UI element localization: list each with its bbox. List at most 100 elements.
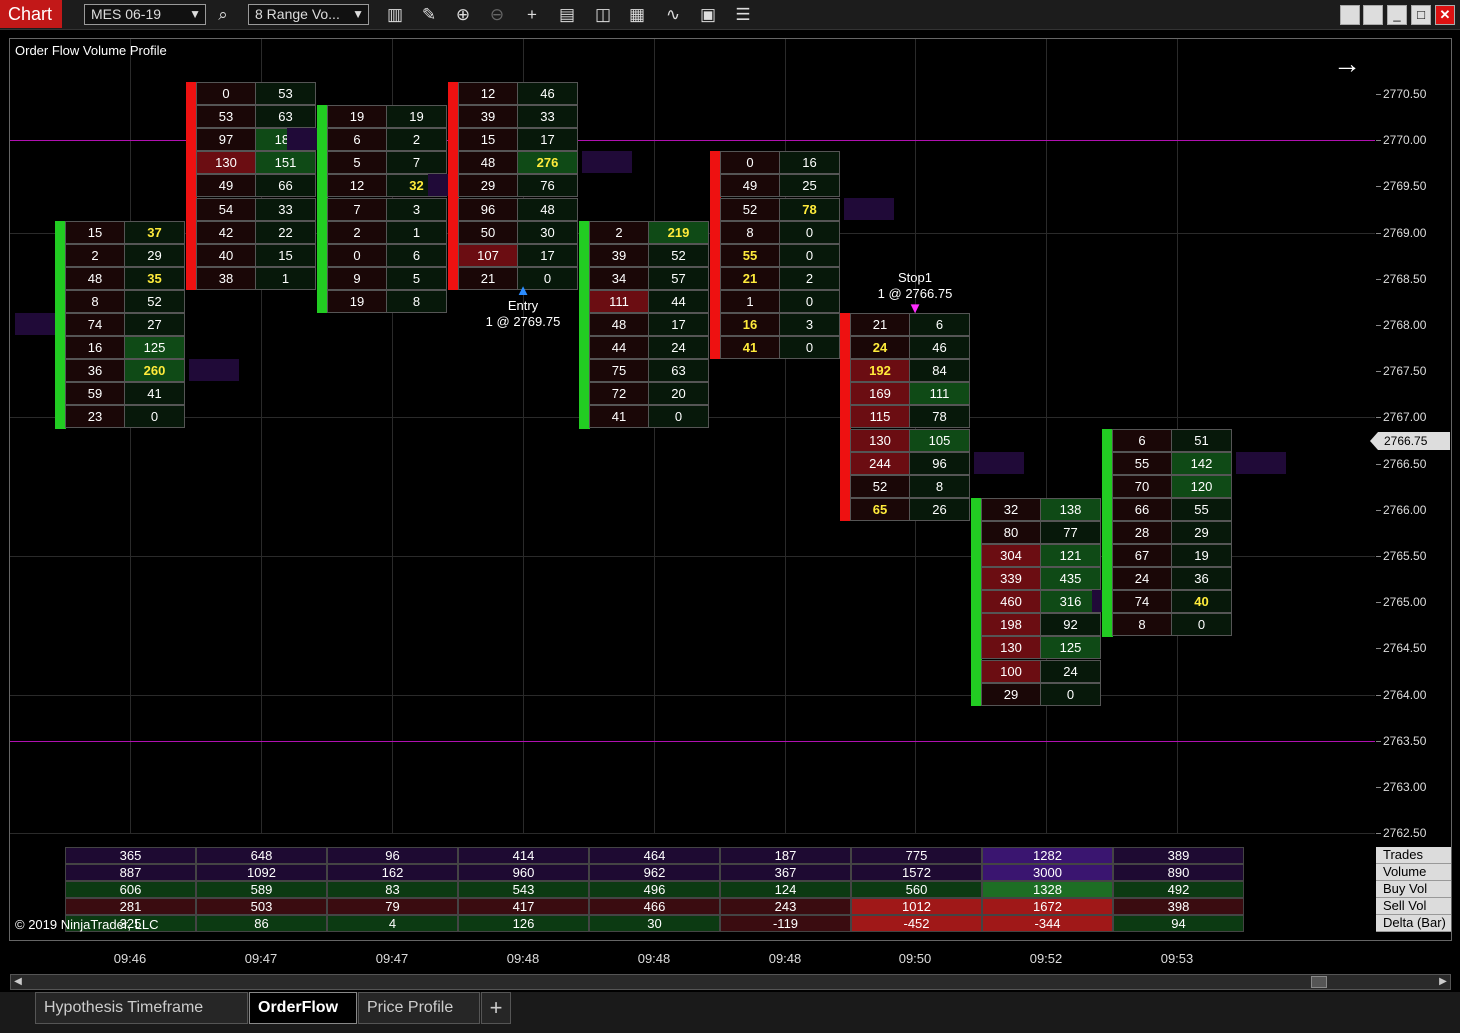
summary-cell: 3000 — [982, 864, 1113, 881]
bid-volume-cell: 48 — [65, 266, 125, 290]
tab-hypothesis-timeframe[interactable]: Hypothesis Timeframe — [35, 992, 248, 1024]
price-tick — [1376, 648, 1381, 650]
scroll-right-icon[interactable]: ▶ — [1436, 975, 1450, 989]
bid-volume-cell: 50 — [458, 220, 518, 244]
footprint-row: 40 15 — [196, 243, 316, 267]
ask-volume-cell: 40 — [1172, 590, 1232, 614]
add-tab-icon[interactable]: + — [481, 992, 511, 1024]
chart-title: Order Flow Volume Profile — [15, 43, 167, 58]
bar-type-value: 8 Range Vo... — [255, 6, 340, 22]
instrument-selector[interactable]: MES 06-19 ▼ — [84, 4, 206, 25]
ask-volume-cell: 8 — [910, 474, 970, 498]
footprint-row: 24 36 — [1112, 567, 1232, 591]
summary-cell: 492 — [1113, 881, 1244, 898]
panel-toggle-icon[interactable] — [1363, 5, 1383, 25]
ask-volume-cell: 276 — [518, 151, 578, 175]
time-label: 09:52 — [1029, 951, 1063, 966]
ask-volume-cell: 0 — [649, 405, 709, 429]
bid-volume-cell: 40 — [196, 243, 256, 267]
chevron-down-icon: ▼ — [189, 7, 201, 21]
zoom-in-icon[interactable]: ⊕ — [452, 4, 474, 26]
list-icon[interactable]: ☰ — [732, 4, 754, 26]
footprint-row: 70 120 — [1112, 474, 1232, 498]
ask-volume-cell: 96 — [910, 451, 970, 475]
maximize-icon[interactable]: □ — [1411, 5, 1431, 25]
summary-cell: 124 — [720, 881, 851, 898]
price-tick — [1376, 140, 1381, 142]
scroll-left-icon[interactable]: ◀ — [11, 975, 25, 989]
arrow-up-icon: ▲ — [515, 282, 531, 299]
ask-volume-cell: 46 — [910, 336, 970, 360]
bid-volume-cell: 29 — [981, 682, 1041, 706]
footprint-row: 29 0 — [981, 682, 1101, 706]
strategy-icon[interactable]: ∿ — [662, 4, 684, 26]
volume-profile-bar — [844, 197, 894, 220]
ask-volume-cell: 30 — [518, 220, 578, 244]
zoom-out-icon[interactable]: ⊖ — [486, 4, 508, 26]
footprint-row: 28 29 — [1112, 520, 1232, 544]
tab-price-profile[interactable]: Price Profile — [358, 992, 480, 1024]
footprint-row: 16 3 — [720, 313, 840, 336]
footprint-row: 10 — [720, 289, 840, 313]
minimize-icon[interactable]: _ — [1387, 5, 1407, 25]
copyright-text: © 2019 NinjaTrader, LLC — [15, 917, 159, 932]
bid-volume-cell: 12 — [327, 174, 387, 198]
indicators-icon[interactable]: ▦ — [626, 4, 648, 26]
volume-profile-bar — [189, 359, 239, 382]
footprint-row: 59 41 — [65, 382, 185, 406]
horizontal-scrollbar[interactable]: ◀ ▶ — [10, 974, 1451, 990]
summary-cell: 503 — [196, 898, 327, 915]
bars-icon[interactable]: ▥ — [384, 4, 406, 26]
bid-volume-cell: 8 — [720, 220, 780, 244]
bid-volume-cell: 15 — [65, 220, 125, 244]
price-tick — [1376, 556, 1381, 557]
price-label: 2767.50 — [1383, 364, 1427, 379]
tab-bar: Hypothesis Timeframe OrderFlow Price Pro… — [0, 992, 1460, 1033]
ask-volume-cell: 17 — [649, 313, 709, 336]
time-axis[interactable]: 09:46 09:47 09:47 09:48 09:48 09:48 09:50 09:52… — [10, 945, 1375, 970]
price-label: 2768.50 — [1383, 271, 1427, 286]
bid-volume-cell: 111 — [589, 289, 649, 313]
bid-volume-cell: 16 — [720, 313, 780, 336]
panel-toggle-icon[interactable] — [1340, 5, 1360, 25]
pencil-icon[interactable]: ✎ — [418, 4, 440, 26]
summary-cell: 887 — [65, 864, 196, 881]
ask-volume-cell: 27 — [125, 313, 185, 336]
summary-row-volume: 887 1092 162 960 962 367 1572 3000 890 — [65, 864, 1244, 881]
volume-profile-bar — [582, 151, 632, 174]
time-label: 09:48 — [506, 951, 540, 966]
summary-cell: 1282 — [982, 847, 1113, 864]
data-box-icon[interactable]: ▤ — [556, 4, 578, 26]
bid-volume-cell: 7 — [327, 197, 387, 221]
price-label: 2768.00 — [1383, 318, 1427, 332]
summary-cell: 398 — [1113, 898, 1244, 915]
arrow-right-icon[interactable]: → — [1333, 49, 1361, 79]
footprint-row: 107 17 — [458, 243, 578, 267]
summary-cell: 1672 — [982, 898, 1113, 915]
templates-icon[interactable]: ▣ — [697, 4, 719, 26]
ask-volume-cell: 63 — [649, 359, 709, 383]
scroll-thumb[interactable] — [1311, 976, 1327, 988]
summary-label: Buy Vol — [1376, 881, 1451, 898]
close-icon[interactable]: ✕ — [1435, 5, 1455, 25]
crosshair-icon[interactable]: + — [521, 4, 543, 26]
bid-volume-cell: 48 — [589, 313, 649, 336]
summary-cell: 30 — [589, 915, 720, 932]
summary-cell: 466 — [589, 898, 720, 915]
ask-volume-cell: 33 — [518, 105, 578, 129]
stop-marker: Stop1 1 @ 2766.75 ▼ — [869, 270, 961, 316]
bid-volume-cell: 198 — [981, 613, 1041, 637]
ask-volume-cell: 0 — [780, 243, 840, 267]
footprint-row: 67 19 — [1112, 544, 1232, 567]
bid-volume-cell: 52 — [720, 197, 780, 221]
chart-menu-button[interactable]: Chart — [0, 0, 62, 28]
bid-volume-cell: 39 — [589, 243, 649, 267]
footprint-row: 192 84 — [850, 359, 970, 383]
search-icon[interactable]: ⌕ — [212, 4, 234, 26]
bid-volume-cell: 59 — [65, 382, 125, 406]
bar-type-selector[interactable]: 8 Range Vo... ▼ — [248, 4, 369, 25]
properties-icon[interactable]: ◫ — [592, 4, 614, 26]
summary-cell: 1012 — [851, 898, 982, 915]
footprint-row: 80 77 — [981, 520, 1101, 544]
tab-orderflow[interactable]: OrderFlow — [249, 992, 357, 1024]
